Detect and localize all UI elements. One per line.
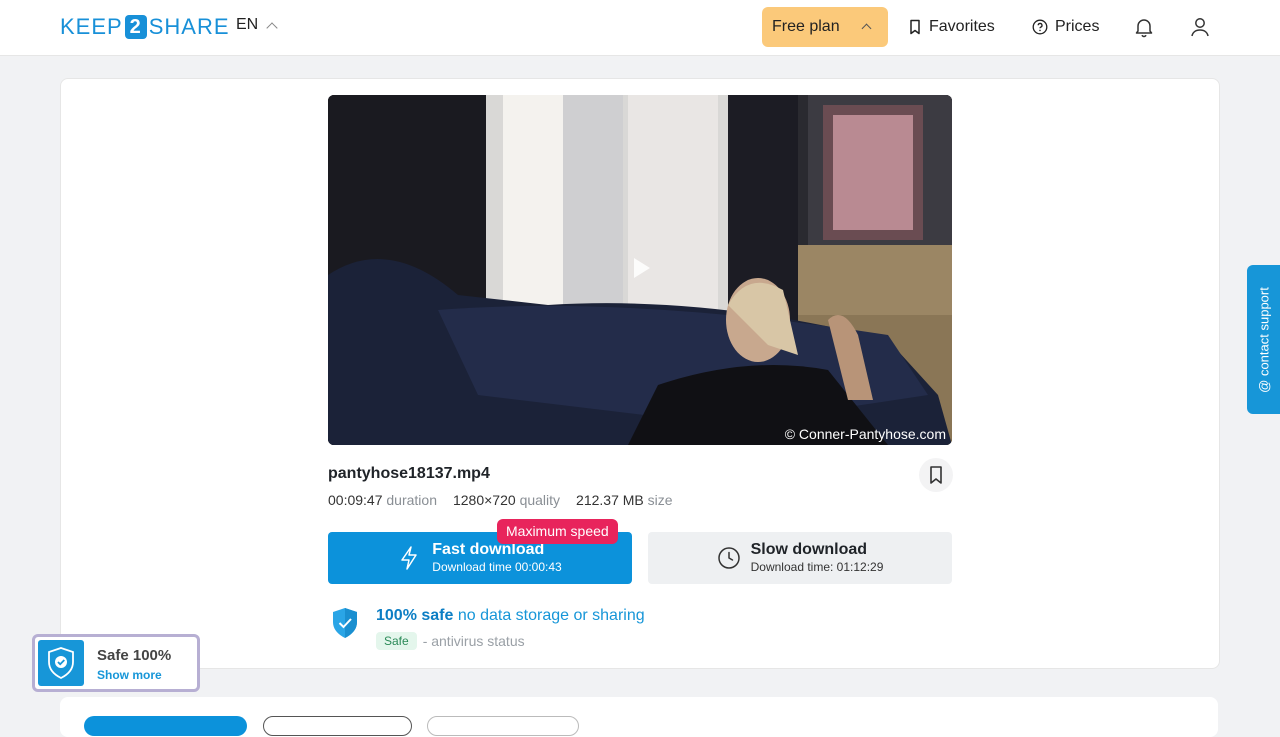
duration-meta: 00:09:47 duration [328,492,437,508]
size-value: 212.37 MB [576,492,644,508]
account-button[interactable] [1187,14,1213,40]
help-circle-icon [1032,19,1048,35]
keep2share-logo[interactable]: KEEP 2 SHARE [60,14,230,40]
antivirus-status-text: - antivirus status [422,633,525,649]
prices-link[interactable]: Prices [1032,14,1099,40]
safety-rest: no data storage or sharing [457,607,645,624]
prices-label: Prices [1055,18,1100,35]
safety-statement: 100% safe no data storage or sharing [376,607,645,625]
slow-download-title: Slow download [750,541,868,558]
chevron-up-icon [861,23,872,34]
slow-download-time: Download time: 01:12:29 [750,560,884,574]
contact-support-label: @ contact support [1256,286,1271,393]
contact-support-tab[interactable]: @ contact support [1247,265,1280,414]
language-selector[interactable]: EN [236,16,278,34]
antivirus-status: Safe - antivirus status [376,632,525,650]
widget-show-more-link[interactable]: Show more [97,668,162,682]
size-meta: 212.37 MB size [576,492,673,508]
slow-download-button[interactable]: Slow download Download time: 01:12:29 [648,532,952,584]
shield-box [38,640,84,686]
chevron-up-icon [266,21,278,34]
plan-label: Free plan [772,18,840,35]
maximum-speed-badge: Maximum speed [497,519,618,544]
tab-pill[interactable] [427,716,579,736]
clock-icon [717,547,740,569]
file-name: pantyhose18137.mp4 [328,465,490,482]
favorites-link[interactable]: Favorites [908,14,995,40]
antivirus-safe-badge: Safe [376,632,417,650]
shield-check-icon [48,647,74,680]
free-plan-button[interactable]: Free plan [762,7,888,47]
video-thumbnail [328,95,952,445]
bookmark-icon [910,19,920,35]
widget-title: Safe 100% [97,647,172,664]
video-watermark: © Conner-Pantyhose.com [784,426,946,442]
logo-text-right: SHARE [148,14,230,39]
logo-text-mid: 2 [124,15,147,39]
duration-label: duration [386,492,437,508]
safe-100-widget[interactable]: Safe 100% Show more [32,634,200,692]
quality-value: 1280×720 [452,492,516,508]
add-to-favorites-button[interactable] [919,458,953,492]
notifications-button[interactable] [1131,14,1157,40]
bell-icon [1135,19,1153,38]
tab-pill[interactable] [263,716,412,736]
file-meta: 00:09:47 duration 1280×720 quality 212.3… [328,492,673,508]
bookmark-icon [930,466,942,484]
top-navbar: KEEP 2 SHARE EN Free plan Favorites Pric… [0,0,1280,56]
tab-pill-active[interactable] [84,716,247,736]
shield-check-icon [333,608,357,638]
user-icon [1191,18,1209,37]
safety-strong: 100% safe [376,607,454,624]
quality-label: quality [519,492,561,508]
fast-download-time: Download time 00:00:43 [432,560,562,574]
lightning-icon [401,546,418,570]
favorites-label: Favorites [929,18,995,35]
language-label: EN [236,16,259,33]
duration-value: 00:09:47 [328,492,383,508]
video-preview[interactable]: © Conner-Pantyhose.com [328,95,952,445]
size-label: size [647,492,673,508]
logo-text-left: KEEP [60,14,123,39]
quality-meta: 1280×720 quality [453,492,560,508]
